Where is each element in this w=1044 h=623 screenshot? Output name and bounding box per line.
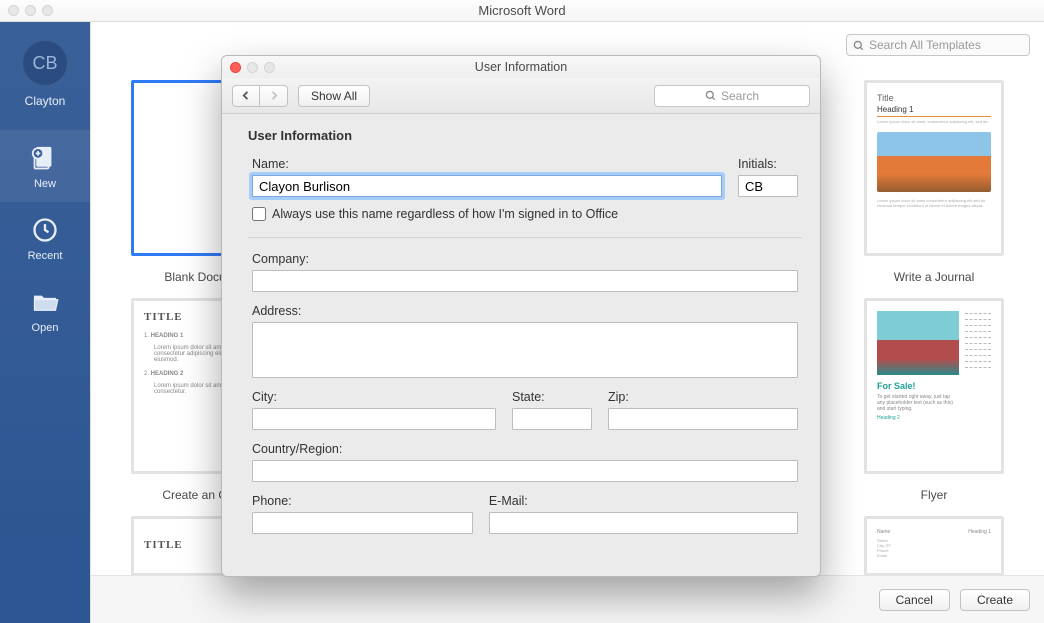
company-input[interactable] — [252, 270, 798, 292]
modal-titlebar: User Information — [222, 56, 820, 78]
template-thumb-image — [877, 132, 991, 192]
state-label: State: — [512, 390, 592, 404]
new-document-icon — [31, 144, 59, 172]
sidebar: CB Clayton New Recent Open — [0, 22, 90, 623]
template-journal[interactable]: Title Heading 1 Lorem ipsum dolor sit am… — [864, 80, 1004, 256]
nav-forward-button[interactable] — [260, 85, 288, 107]
always-use-name-checkbox[interactable] — [252, 207, 266, 221]
sidebar-item-open[interactable]: Open — [0, 274, 90, 346]
show-all-button[interactable]: Show All — [298, 85, 370, 107]
zip-input[interactable] — [608, 408, 798, 430]
search-templates-input[interactable]: Search All Templates — [846, 34, 1030, 56]
company-label: Company: — [252, 252, 798, 266]
template-thumb-text: To get started right away, just tap any … — [877, 394, 959, 412]
template-thumb-text: Title — [877, 93, 991, 103]
sidebar-item-recent[interactable]: Recent — [0, 202, 90, 274]
email-label: E-Mail: — [489, 494, 798, 508]
template-thumb-text: Lorem ipsum dolor sit amet, consectetur … — [877, 119, 991, 124]
initials-label: Initials: — [738, 157, 798, 171]
sidebar-item-label: Open — [32, 322, 59, 334]
zip-label: Zip: — [608, 390, 798, 404]
folder-icon — [31, 288, 59, 316]
address-input[interactable] — [252, 322, 798, 378]
create-button[interactable]: Create — [960, 589, 1030, 611]
bottom-bar: Cancel Create — [91, 575, 1044, 623]
sidebar-item-label: New — [34, 178, 56, 190]
modal-body: User Information Name: Initials: Always … — [222, 114, 820, 576]
sidebar-item-new[interactable]: New — [0, 130, 90, 202]
clock-icon — [31, 216, 59, 244]
section-title: User Information — [248, 128, 802, 143]
template-thumb-text: Heading 2 — [877, 415, 959, 421]
always-use-name-label: Always use this name regardless of how I… — [272, 207, 618, 221]
phone-label: Phone: — [252, 494, 473, 508]
window-title: Microsoft Word — [0, 3, 1044, 18]
template-thumb-sidebar — [965, 311, 991, 461]
search-templates-placeholder: Search All Templates — [869, 38, 981, 52]
city-label: City: — [252, 390, 496, 404]
nav-back-button[interactable] — [232, 85, 260, 107]
search-icon — [705, 90, 716, 101]
nav-buttons — [232, 85, 288, 107]
modal-search-input[interactable]: Search — [654, 85, 810, 107]
template-flyer[interactable]: For Sale! To get started right away, jus… — [864, 298, 1004, 474]
state-input[interactable] — [512, 408, 592, 430]
address-label: Address: — [252, 304, 798, 318]
preferences-modal: User Information Show All Search User In… — [221, 55, 821, 577]
chevron-left-icon — [242, 91, 251, 100]
template-thumb-text: Lorem ipsum dolor sit amet consectetur a… — [877, 198, 991, 208]
template-label: Flyer — [921, 488, 948, 502]
modal-title: User Information — [222, 60, 820, 74]
template-partial-2[interactable]: NameHeading 1 StreetCity, STPhoneEmail — [864, 516, 1004, 575]
name-input[interactable] — [252, 175, 722, 197]
sidebar-item-label: Recent — [28, 250, 63, 262]
name-label: Name: — [252, 157, 722, 171]
template-thumb-image — [877, 311, 959, 375]
template-thumb-text: For Sale! — [877, 381, 959, 391]
template-label: Write a Journal — [894, 270, 974, 284]
modal-search-placeholder: Search — [721, 89, 759, 103]
phone-input[interactable] — [252, 512, 473, 534]
email-input[interactable] — [489, 512, 798, 534]
chevron-right-icon — [269, 91, 278, 100]
avatar-name: Clayton — [25, 94, 66, 108]
template-thumb-text: Heading 1 — [877, 105, 991, 117]
avatar[interactable]: CB — [22, 40, 68, 86]
modal-toolbar: Show All Search — [222, 78, 820, 114]
search-icon — [853, 40, 864, 51]
window-titlebar: Microsoft Word — [0, 0, 1044, 22]
city-input[interactable] — [252, 408, 496, 430]
cancel-button[interactable]: Cancel — [879, 589, 950, 611]
initials-input[interactable] — [738, 175, 798, 197]
country-input[interactable] — [252, 460, 798, 482]
country-label: Country/Region: — [252, 442, 798, 456]
